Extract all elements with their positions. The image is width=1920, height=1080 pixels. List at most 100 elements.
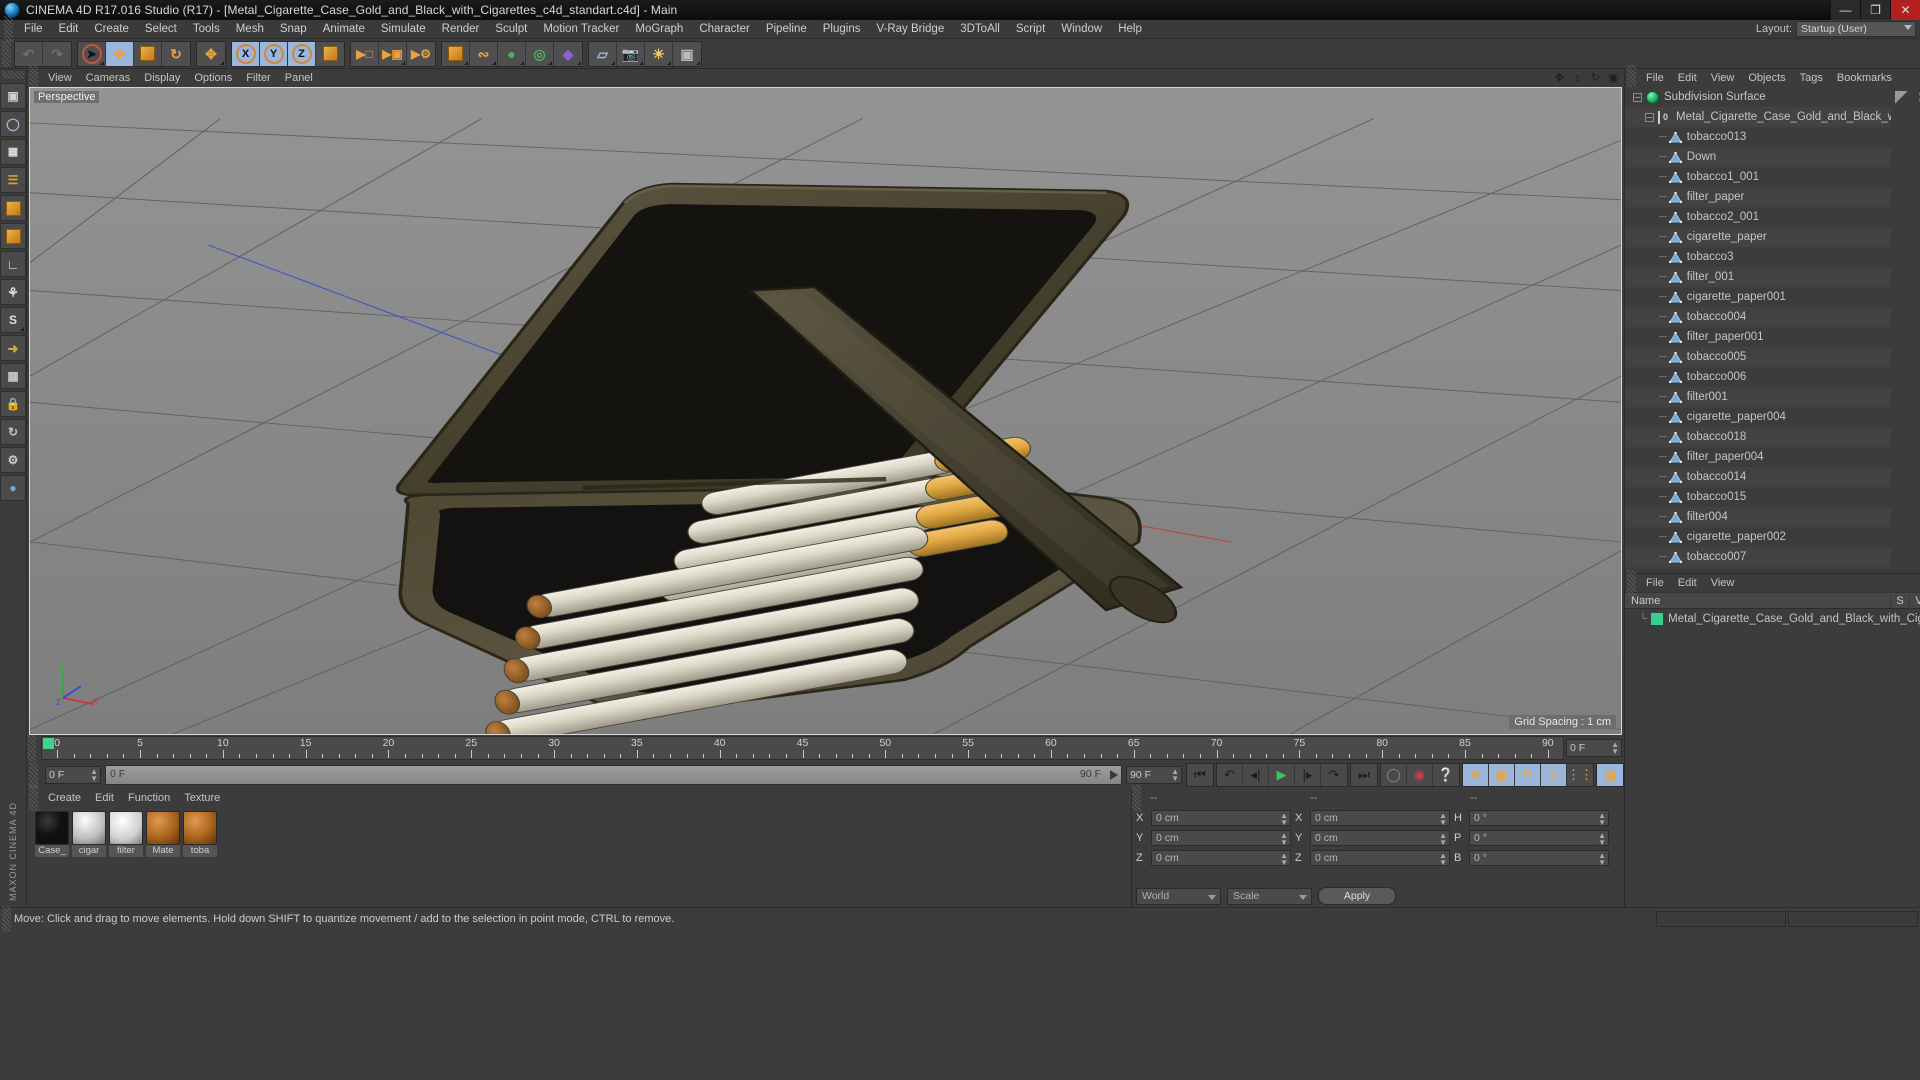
snap-icon[interactable]: S <box>0 307 26 333</box>
add-cube-icon[interactable] <box>442 41 470 66</box>
max-frame-field[interactable]: 90 F ▲ ▼ <box>1126 766 1182 784</box>
layout-dropdown[interactable]: Startup (User) <box>1796 21 1916 37</box>
points-mode-icon[interactable]: ☰ <box>0 167 26 193</box>
play-forward-icon[interactable]: ▶ <box>1269 764 1295 786</box>
no-layer-swatch[interactable] <box>1895 90 1908 104</box>
next-frame-icon[interactable]: |▸ <box>1295 764 1321 786</box>
redo-icon[interactable]: ↷ <box>43 41 71 66</box>
spinner-icon[interactable]: ▲ ▼ <box>1598 812 1606 827</box>
object-tag-row[interactable]: ✓ <box>1891 87 1920 107</box>
axis-z-toggle[interactable]: Z <box>288 41 316 66</box>
coordinate-input-position[interactable]: 0 cm ▲ ▼ <box>1151 830 1291 847</box>
menu-motion-tracker[interactable]: Motion Tracker <box>535 20 627 39</box>
material-preview-sphere[interactable] <box>35 811 69 845</box>
spinner-icon[interactable]: ▲ ▼ <box>1611 741 1619 756</box>
object-row[interactable]: ─ tobacco006 <box>1625 367 1891 387</box>
add-deformer-icon[interactable]: ◆ <box>554 41 582 66</box>
spinner-icon[interactable]: ▲ ▼ <box>1439 852 1447 867</box>
perspective-viewport[interactable]: Perspective Grid Spacing : 1 cm Y X Z <box>29 87 1622 735</box>
menu-script[interactable]: Script <box>1008 20 1053 39</box>
world-coordinates-icon[interactable] <box>316 41 344 66</box>
timeline-grip-handle[interactable] <box>27 735 36 761</box>
move-tool-icon[interactable]: ✥ <box>106 41 134 66</box>
add-camera-icon[interactable]: 📷 <box>617 41 645 66</box>
menu-edit[interactable]: Edit <box>51 20 87 39</box>
texture-axis-icon[interactable]: ↻ <box>0 419 26 445</box>
spinner-icon[interactable]: ▲ ▼ <box>1598 852 1606 867</box>
power-slider-play-icon[interactable] <box>1110 770 1118 780</box>
layer-manager-grip[interactable] <box>1627 570 1636 596</box>
object-row[interactable]: ─ tobacco015 <box>1625 487 1891 507</box>
undo-icon[interactable]: ↶ <box>15 41 43 66</box>
record-question-icon[interactable]: ❔ <box>1433 764 1459 786</box>
object-menu-objects[interactable]: Objects <box>1741 72 1792 84</box>
layer-col-v[interactable]: V <box>1909 594 1920 607</box>
parameter-key-icon[interactable]: Ⓟ <box>1541 764 1567 786</box>
coordinate-input-size[interactable]: 0 cm ▲ ▼ <box>1310 850 1450 867</box>
go-to-start-icon[interactable]: ⏮ <box>1187 764 1213 786</box>
menu-select[interactable]: Select <box>137 20 185 39</box>
menu-3dtoall[interactable]: 3DToAll <box>952 20 1008 39</box>
object-tag-columns[interactable]: ✓ <box>1891 87 1920 573</box>
render-view-icon[interactable]: ▶□ <box>351 41 379 66</box>
material-item[interactable]: Case_ <box>35 811 69 857</box>
material-manager-grip[interactable] <box>29 785 38 811</box>
play-backwards-icon[interactable]: ↶ <box>1217 764 1243 786</box>
material-menu-create[interactable]: Create <box>41 792 88 804</box>
axis-y-toggle[interactable]: Y <box>260 41 288 66</box>
menu-help[interactable]: Help <box>1110 20 1150 39</box>
menu-character[interactable]: Character <box>691 20 758 39</box>
menu-tools[interactable]: Tools <box>185 20 228 39</box>
material-item[interactable]: Mate <box>146 811 180 857</box>
object-row[interactable]: ─ tobacco005 <box>1625 347 1891 367</box>
object-row[interactable]: ─ tobacco3 <box>1625 247 1891 267</box>
loop-icon[interactable]: ↷ <box>1321 764 1347 786</box>
object-menu-view[interactable]: View <box>1704 72 1742 84</box>
spinner-icon[interactable]: ▲ ▼ <box>1171 768 1179 783</box>
object-menu-bookmarks[interactable]: Bookmarks <box>1830 72 1899 84</box>
texture-mode-icon[interactable]: ▦ <box>0 139 26 165</box>
layer-menu-file[interactable]: File <box>1639 577 1671 589</box>
material-preview-sphere[interactable] <box>72 811 106 845</box>
menu-plugins[interactable]: Plugins <box>815 20 869 39</box>
keyframe-selection-icon[interactable]: ▤ <box>1597 764 1623 786</box>
menu-animate[interactable]: Animate <box>315 20 373 39</box>
spinner-icon[interactable]: ▲ ▼ <box>1280 812 1288 827</box>
add-stage-icon[interactable]: ▣ <box>673 41 701 66</box>
left-toolbar-grip[interactable] <box>2 71 24 79</box>
coordinate-input-rotation[interactable]: 0 ° ▲ ▼ <box>1469 830 1609 847</box>
rotation-key-icon[interactable]: ↻ <box>1515 764 1541 786</box>
current-frame-field[interactable]: 0 F ▲ ▼ <box>1566 739 1622 757</box>
timeline-playhead[interactable] <box>43 738 54 749</box>
menu-vray-bridge[interactable]: V-Ray Bridge <box>868 20 952 39</box>
viewport-maximize-icon[interactable]: ▣ <box>1607 71 1620 84</box>
move-knife-icon[interactable]: ▦ <box>0 363 26 389</box>
object-row-subdivision-surface[interactable]: ─ Subdivision Surface <box>1625 87 1891 107</box>
spinner-icon[interactable]: ▲ ▼ <box>1439 832 1447 847</box>
coordinate-system-dropdown[interactable]: World <box>1136 887 1221 905</box>
go-to-end-icon[interactable]: ⏭ <box>1351 764 1377 786</box>
object-row[interactable]: ─ cigarette_paper <box>1625 227 1891 247</box>
record-active-objects-icon[interactable]: ◉ <box>1407 764 1433 786</box>
animation-mode-icon[interactable]: ● <box>0 475 26 501</box>
make-editable-icon[interactable]: ▣ <box>0 83 26 109</box>
coordinates-grip[interactable] <box>1132 785 1141 811</box>
object-menu-tags[interactable]: Tags <box>1793 72 1830 84</box>
add-light-icon[interactable]: ☀ <box>645 41 673 66</box>
material-menu-function[interactable]: Function <box>121 792 177 804</box>
toolbar-grip-handle[interactable] <box>2 40 11 67</box>
menu-grip-handle[interactable] <box>4 16 13 42</box>
material-item[interactable]: cigar <box>72 811 106 857</box>
object-row[interactable]: ─ cigarette_paper001 <box>1625 287 1891 307</box>
menu-window[interactable]: Window <box>1053 20 1110 39</box>
workplane-icon[interactable]: ∟ <box>0 251 26 277</box>
previous-frame-icon[interactable]: ◂| <box>1243 764 1269 786</box>
viewport-menu-filter[interactable]: Filter <box>239 69 277 87</box>
viewport-menu-cameras[interactable]: Cameras <box>79 69 138 87</box>
object-row[interactable]: ─ filter_001 <box>1625 267 1891 287</box>
object-row[interactable]: ─ tobacco004 <box>1625 307 1891 327</box>
material-preview-sphere[interactable] <box>109 811 143 845</box>
menu-create[interactable]: Create <box>86 20 137 39</box>
object-row[interactable]: ─ tobacco013 <box>1625 127 1891 147</box>
menu-snap[interactable]: Snap <box>272 20 315 39</box>
